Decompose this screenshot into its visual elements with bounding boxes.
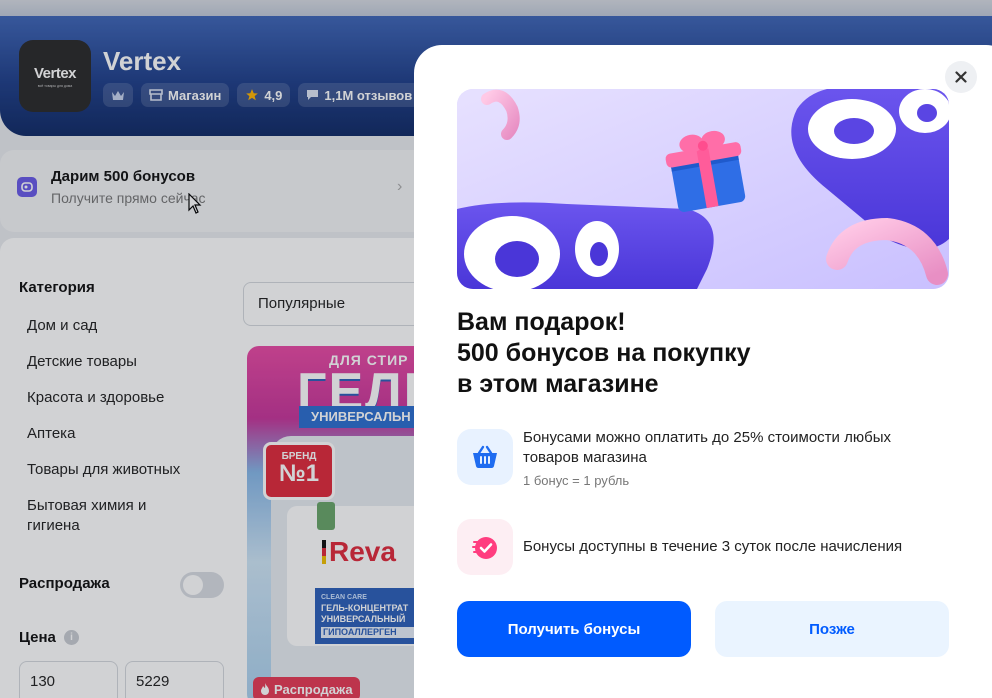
feature-1-line-2: товаров магазина (523, 449, 647, 466)
modal-title-line-2: 500 бонусов на покупку (457, 339, 751, 367)
modal-title: Вам подарок! 500 бонусов на покупку в эт… (457, 307, 877, 400)
modal-title-line-1: Вам подарок! (457, 308, 626, 336)
feature-1-subtext: 1 бонус = 1 рубль (523, 473, 630, 488)
feature-1-text: Бонусами можно оплатить до 25% стоимости… (523, 428, 891, 468)
basket-icon (457, 429, 513, 485)
later-button[interactable]: Позже (715, 601, 949, 657)
close-icon (955, 71, 967, 83)
feature-2-text: Бонусы доступны в течение 3 суток после … (523, 538, 903, 555)
gift-hero-illustration (457, 89, 949, 289)
gift-illustration (457, 89, 949, 289)
close-button[interactable] (945, 61, 977, 93)
get-bonuses-button[interactable]: Получить бонусы (457, 601, 691, 657)
modal-title-line-3: в этом магазине (457, 370, 659, 398)
feature-1-line-1: Бонусами можно оплатить до 25% стоимости… (523, 429, 891, 446)
timer-check-icon (457, 519, 513, 575)
